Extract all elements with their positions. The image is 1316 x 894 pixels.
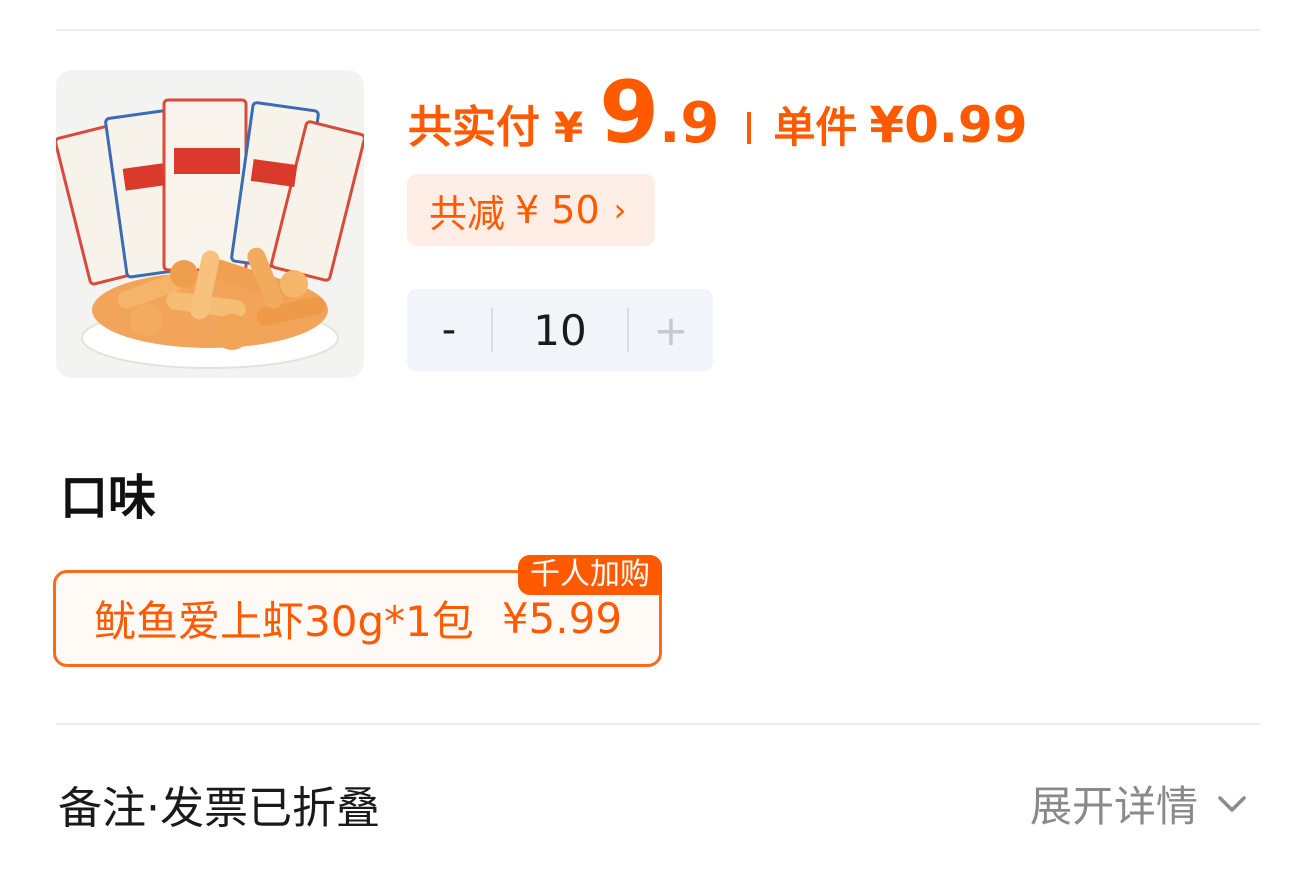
decrease-quantity-button[interactable]: - bbox=[407, 289, 491, 371]
price-row: 共实付 ¥ 9 .9 单件 ¥0.99 bbox=[408, 70, 1028, 170]
increase-quantity-button[interactable]: + bbox=[629, 289, 713, 371]
notes-invoice-label: 备注·发票已折叠 bbox=[58, 783, 380, 834]
popular-badge: 千人加购 bbox=[518, 555, 662, 595]
top-divider bbox=[56, 29, 1260, 31]
total-price-integer: 9 bbox=[599, 63, 660, 163]
product-image[interactable] bbox=[56, 70, 364, 378]
flavor-option[interactable]: 鱿鱼爱上虾30g*1包 ¥5.99 千人加购 bbox=[53, 555, 662, 667]
product-image-illustration bbox=[56, 98, 364, 369]
section-divider bbox=[56, 723, 1260, 725]
flavor-option-price: ¥5.99 bbox=[501, 594, 623, 643]
quantity-stepper: - 10 + bbox=[407, 289, 713, 371]
unit-price: ¥0.99 bbox=[869, 96, 1028, 154]
quantity-value[interactable]: 10 bbox=[493, 306, 627, 355]
unit-price-label: 单件 bbox=[773, 103, 858, 152]
total-price-decimal: .9 bbox=[659, 91, 720, 156]
expand-details-label: 展开详情 bbox=[1029, 782, 1198, 831]
chevron-right-icon: › bbox=[613, 191, 627, 229]
currency-symbol: ¥ bbox=[554, 103, 584, 152]
flavor-title: 口味 bbox=[60, 470, 157, 526]
expand-details-button[interactable]: 展开详情 bbox=[1030, 773, 1250, 834]
total-paid-label: 共实付 bbox=[408, 102, 540, 153]
discount-label: 共减 bbox=[429, 191, 506, 236]
chevron-down-icon bbox=[1218, 795, 1246, 812]
discount-chip[interactable]: 共减 ¥ 50 › bbox=[407, 174, 655, 246]
price-separator bbox=[747, 112, 752, 144]
discount-amount: ¥ 50 bbox=[515, 188, 600, 232]
flavor-option-name: 鱿鱼爱上虾30g*1包 bbox=[94, 597, 474, 646]
